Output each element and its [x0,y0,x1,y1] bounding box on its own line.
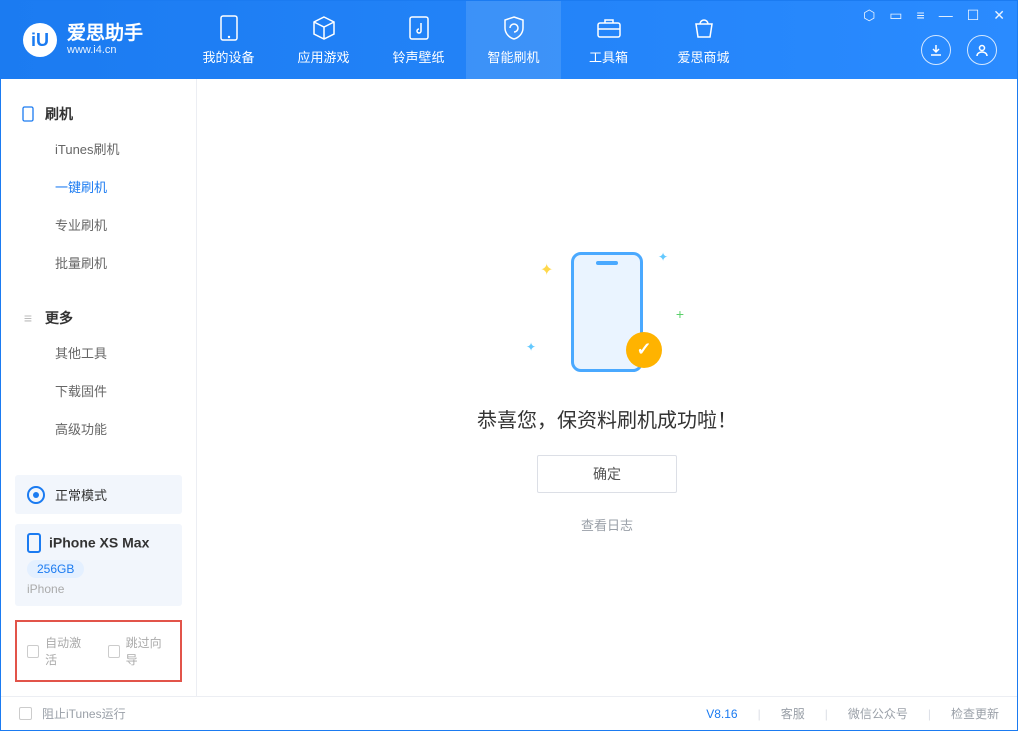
checkbox-icon [108,645,120,658]
ok-button[interactable]: 确定 [537,455,677,493]
tab-label: 我的设备 [203,47,255,66]
minimize-icon[interactable]: — [939,7,953,24]
app-window: iU 爱思助手 www.i4.cn 我的设备 应用游戏 铃声壁纸 智能刷机 [0,0,1018,731]
cube-icon [311,15,337,41]
version-label: V8.16 [706,707,737,721]
checkbox-auto-activate[interactable]: 自动激活 [27,634,90,668]
tab-label: 应用游戏 [298,47,350,66]
device-type: iPhone [27,582,170,596]
sidebar-item-download-firmware[interactable]: 下载固件 [1,373,196,411]
device-info-card[interactable]: iPhone XS Max 256GB iPhone [15,524,182,606]
tab-label: 智能刷机 [488,47,540,66]
shield-refresh-icon [501,15,527,41]
checkbox-skip-guide[interactable]: 跳过向导 [108,634,171,668]
divider: | [825,707,828,721]
device-name: iPhone XS Max [49,534,149,550]
tab-apps-games[interactable]: 应用游戏 [276,1,371,79]
main-content: ✦ ✦ ✦ + ✓ 恭喜您，保资料刷机成功啦！ 确定 查看日志 [197,79,1017,696]
device-storage-badge: 256GB [27,560,84,578]
device-mode: 正常模式 [55,485,107,504]
tab-ringtone-wallpaper[interactable]: 铃声壁纸 [371,1,466,79]
header-actions [921,35,997,65]
sidebar-item-itunes-flash[interactable]: iTunes刷机 [1,131,196,169]
brand: iU 爱思助手 www.i4.cn [1,23,161,57]
group-title: 刷机 [45,104,73,124]
checkbox-icon [27,645,39,658]
device-phone-icon [27,533,41,553]
brand-logo-icon: iU [23,23,57,57]
music-file-icon [408,15,430,41]
sparkle-icon: ✦ [540,260,553,280]
app-subtitle: www.i4.cn [67,45,143,56]
header: iU 爱思助手 www.i4.cn 我的设备 应用游戏 铃声壁纸 智能刷机 [1,1,1017,79]
maximize-icon[interactable]: ☐ [967,7,980,24]
menu-icon[interactable]: ≡ [917,7,925,24]
sparkle-icon: ✦ [658,250,668,264]
list-icon: ≡ [21,310,35,326]
success-illustration: ✦ ✦ ✦ + ✓ [522,242,692,382]
divider: | [928,707,931,721]
device-icon [220,15,238,41]
sidebar-item-pro-flash[interactable]: 专业刷机 [1,207,196,245]
footer-link-support[interactable]: 客服 [781,705,805,722]
sparkle-icon: ✦ [526,340,536,354]
close-icon[interactable]: ✕ [993,7,1005,24]
sidebar-scroll: 刷机 iTunes刷机 一键刷机 专业刷机 批量刷机 ≡ 更多 其他工具 下载固… [1,79,196,475]
checkbox-icon[interactable] [19,707,32,720]
phone-icon [21,106,35,122]
toolbox-icon [596,15,622,41]
sidebar-item-batch-flash[interactable]: 批量刷机 [1,245,196,283]
sidebar: 刷机 iTunes刷机 一键刷机 专业刷机 批量刷机 ≡ 更多 其他工具 下载固… [1,79,197,696]
shirt-icon[interactable]: ⬡ [863,7,875,24]
view-log-link[interactable]: 查看日志 [581,515,633,534]
tab-label: 工具箱 [589,47,628,66]
group-title: 更多 [45,308,73,328]
tab-label: 爱思商城 [678,47,730,66]
footer: 阻止iTunes运行 V8.16 | 客服 | 微信公众号 | 检查更新 [1,696,1017,730]
tab-shop[interactable]: 爱思商城 [656,1,751,79]
checkbox-label: 自动激活 [45,634,89,668]
sidebar-item-oneclick-flash[interactable]: 一键刷机 [1,169,196,207]
mode-icon [27,486,45,504]
sidebar-item-other-tools[interactable]: 其他工具 [1,335,196,373]
device-panels: 正常模式 iPhone XS Max 256GB iPhone [1,475,196,620]
options-highlight-box: 自动激活 跳过向导 [15,620,182,682]
checkbox-label: 跳过向导 [126,634,170,668]
footer-link-wechat[interactable]: 微信公众号 [848,705,908,722]
header-tabs: 我的设备 应用游戏 铃声壁纸 智能刷机 工具箱 爱思商城 [181,1,751,79]
window-controls: ⬡ ▭ ≡ — ☐ ✕ [863,7,1005,24]
user-button[interactable] [967,35,997,65]
task-icon[interactable]: ▭ [889,7,902,24]
footer-block-itunes[interactable]: 阻止iTunes运行 [42,705,126,722]
brand-text: 爱思助手 www.i4.cn [67,24,143,56]
sidebar-group-more[interactable]: ≡ 更多 [1,301,196,335]
check-badge-icon: ✓ [626,332,662,368]
body: 刷机 iTunes刷机 一键刷机 专业刷机 批量刷机 ≡ 更多 其他工具 下载固… [1,79,1017,696]
sidebar-item-advanced[interactable]: 高级功能 [1,411,196,449]
divider: | [758,707,761,721]
success-panel: ✦ ✦ ✦ + ✓ 恭喜您，保资料刷机成功啦！ 确定 查看日志 [477,242,737,534]
device-mode-card[interactable]: 正常模式 [15,475,182,514]
sidebar-group-flash[interactable]: 刷机 [1,97,196,131]
tab-label: 铃声壁纸 [393,47,445,66]
app-title: 爱思助手 [67,24,143,43]
footer-link-update[interactable]: 检查更新 [951,705,999,722]
tab-my-device[interactable]: 我的设备 [181,1,276,79]
tab-smart-flash[interactable]: 智能刷机 [466,1,561,79]
tab-toolbox[interactable]: 工具箱 [561,1,656,79]
sparkle-icon: + [676,306,684,322]
download-button[interactable] [921,35,951,65]
success-message: 恭喜您，保资料刷机成功啦！ [477,404,737,433]
shop-icon [692,15,716,41]
